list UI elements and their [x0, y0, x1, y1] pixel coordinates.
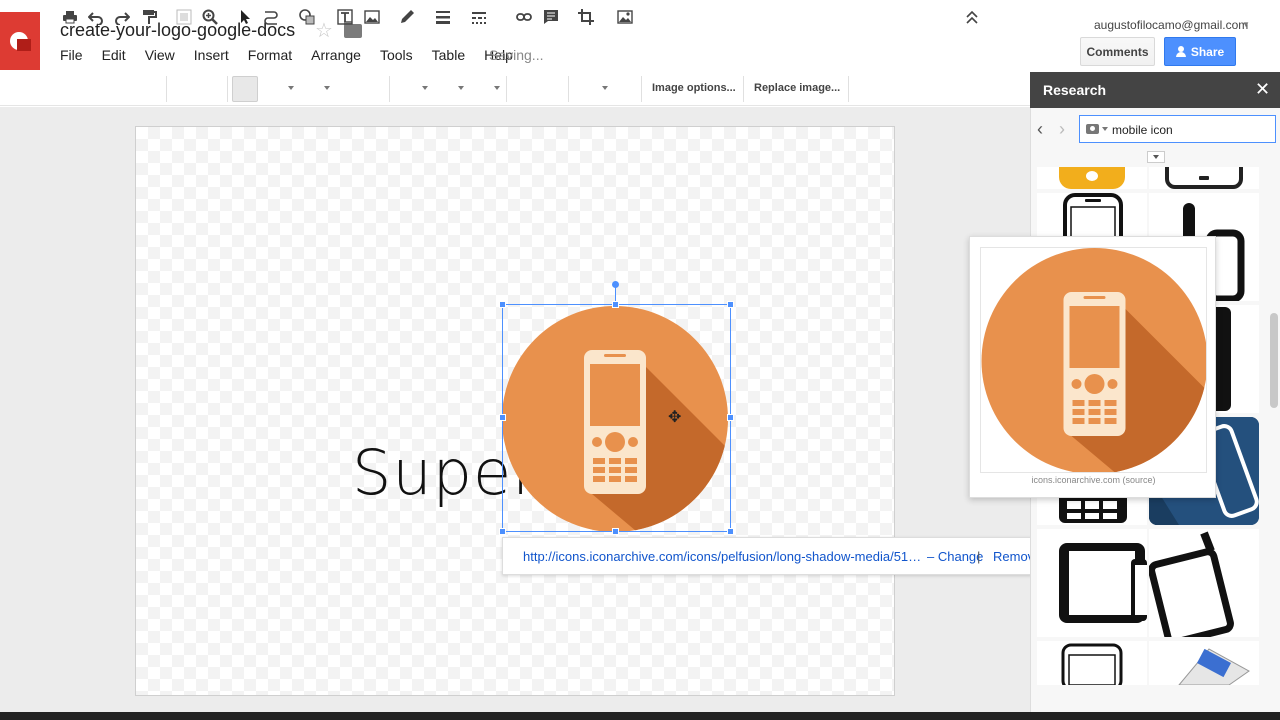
toolbar-divider — [506, 76, 507, 102]
rotate-handle[interactable] — [612, 281, 619, 288]
resize-handle-top-right[interactable] — [727, 301, 734, 308]
image-result[interactable] — [1037, 641, 1147, 685]
reset-image-icon[interactable] — [617, 8, 633, 26]
research-search-input[interactable] — [1112, 120, 1272, 139]
line-weight-caret-icon[interactable] — [458, 86, 464, 90]
line-weight-icon[interactable] — [435, 8, 451, 26]
close-icon[interactable]: ✕ — [1255, 79, 1270, 100]
search-type-caret-icon[interactable] — [1102, 127, 1108, 131]
image-result[interactable] — [1037, 529, 1147, 637]
collapse-toolbar-icon[interactable] — [964, 8, 980, 26]
line-tool-icon[interactable] — [263, 8, 279, 26]
folder-icon[interactable] — [344, 21, 362, 38]
image-result[interactable] — [1037, 167, 1147, 189]
person-icon — [1175, 46, 1186, 57]
line-dash-caret-icon[interactable] — [494, 86, 500, 90]
research-scrollbar[interactable] — [1270, 313, 1278, 408]
toolbar — [0, 72, 1030, 106]
account-email[interactable]: augustofilocamo@gmail.com — [1094, 18, 1248, 32]
crop-caret-icon[interactable] — [602, 86, 608, 90]
toolbar-divider — [389, 76, 390, 102]
resize-handle-top[interactable] — [612, 301, 619, 308]
move-cursor-icon: ✥ — [668, 409, 682, 426]
toolbar-divider — [641, 76, 642, 102]
image-result[interactable] — [1149, 529, 1259, 637]
toolbar-divider — [568, 76, 569, 102]
forward-arrow-icon[interactable]: › — [1059, 119, 1065, 140]
undo-icon[interactable] — [88, 8, 104, 26]
research-panel-header: Research ✕ — [1030, 72, 1280, 108]
zoom-fit-icon[interactable] — [176, 8, 192, 26]
preview-image[interactable] — [980, 247, 1207, 473]
line-color-caret-icon[interactable] — [422, 86, 428, 90]
link-change-button[interactable]: – Change — [927, 549, 983, 564]
menu-table[interactable]: Table — [432, 47, 465, 63]
paint-format-icon[interactable] — [141, 8, 157, 26]
star-icon[interactable]: ☆ — [315, 18, 333, 43]
image-icon[interactable] — [364, 8, 380, 26]
menu-tools[interactable]: Tools — [380, 47, 413, 63]
research-search-box[interactable] — [1079, 115, 1276, 143]
zoom-icon[interactable] — [202, 8, 218, 26]
comment-icon[interactable] — [543, 8, 559, 26]
toolbar-divider — [848, 76, 849, 102]
menu-format[interactable]: Format — [248, 47, 292, 63]
line-tool-caret-icon[interactable] — [288, 86, 294, 90]
image-link-url[interactable]: http://icons.iconarchive.com/icons/pelfu… — [523, 549, 921, 564]
select-tool-button[interactable] — [232, 76, 258, 102]
link-bubble: http://icons.iconarchive.com/icons/pelfu… — [502, 537, 1032, 575]
filter-dropdown[interactable] — [1147, 151, 1165, 163]
menu-file[interactable]: File — [60, 47, 83, 63]
cursor-icon[interactable] — [237, 8, 253, 26]
toolbar-divider — [166, 76, 167, 102]
shape-tool-icon[interactable] — [299, 8, 315, 26]
preview-source-link[interactable]: icons.iconarchive.com (source) — [970, 475, 1217, 485]
camera-icon[interactable] — [1086, 124, 1099, 134]
resize-handle-right[interactable] — [727, 414, 734, 421]
drawings-app-logo[interactable] — [0, 12, 40, 70]
line-dash-icon[interactable] — [471, 8, 487, 26]
resize-handle-bottom[interactable] — [612, 528, 619, 535]
text-box-icon[interactable] — [337, 8, 353, 26]
link-separator: | — [977, 549, 981, 564]
image-result[interactable] — [1149, 641, 1259, 685]
resize-handle-left[interactable] — [499, 414, 506, 421]
share-button[interactable]: Share — [1164, 37, 1236, 66]
window-bottom-edge — [0, 712, 1280, 720]
shape-tool-caret-icon[interactable] — [324, 86, 330, 90]
print-icon[interactable] — [62, 8, 78, 26]
image-preview-card[interactable]: icons.iconarchive.com (source) — [969, 236, 1216, 498]
crop-icon[interactable] — [578, 8, 594, 26]
line-color-icon[interactable] — [399, 8, 415, 26]
link-icon[interactable] — [516, 8, 532, 26]
resize-handle-bottom-right[interactable] — [727, 528, 734, 535]
resize-handle-top-left[interactable] — [499, 301, 506, 308]
share-label: Share — [1190, 44, 1225, 59]
research-panel-title: Research — [1043, 82, 1107, 98]
account-caret-icon[interactable]: ▼ — [1242, 20, 1250, 29]
back-arrow-icon[interactable]: ‹ — [1037, 119, 1043, 140]
toolbar-divider — [743, 76, 744, 102]
image-selection-frame[interactable] — [502, 304, 731, 532]
menu-bar: File Edit View Insert Format Arrange Too… — [60, 47, 532, 63]
image-options-button[interactable]: Image options... — [652, 82, 736, 94]
menu-arrange[interactable]: Arrange — [311, 47, 361, 63]
toolbar-divider — [227, 76, 228, 102]
menu-insert[interactable]: Insert — [194, 47, 229, 63]
save-status: Saving... — [489, 47, 544, 63]
menu-view[interactable]: View — [145, 47, 175, 63]
comments-button[interactable]: Comments — [1080, 37, 1155, 66]
redo-icon[interactable] — [114, 8, 130, 26]
resize-handle-bottom-left[interactable] — [499, 528, 506, 535]
image-result[interactable] — [1149, 167, 1259, 189]
menu-edit[interactable]: Edit — [102, 47, 126, 63]
link-remove-button[interactable]: Remove — [993, 549, 1031, 564]
replace-image-button[interactable]: Replace image... — [754, 82, 840, 94]
